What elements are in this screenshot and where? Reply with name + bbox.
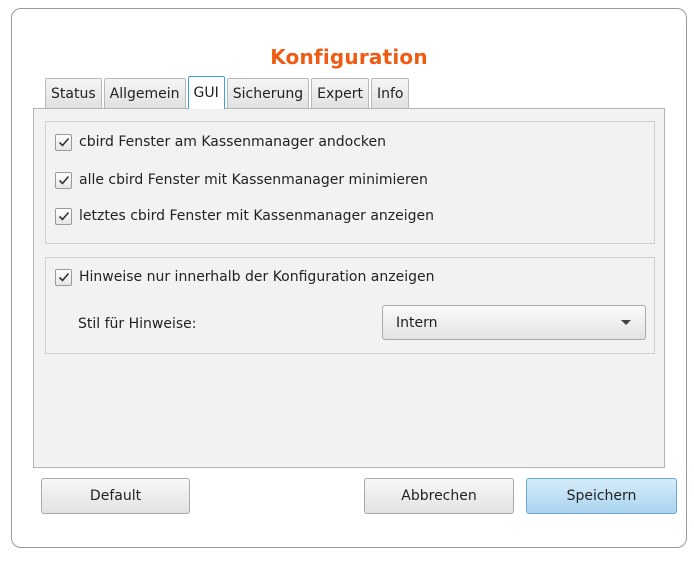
hint-style-value: Intern (396, 314, 438, 331)
checkmark-icon (58, 211, 69, 221)
window-options-group: cbird Fenster am Kassenmanager andocken … (45, 121, 655, 244)
dialog-title: Konfiguration (270, 45, 428, 69)
hints-group: Hinweise nur innerhalb der Konfiguration… (45, 257, 655, 354)
dock-window-label: cbird Fenster am Kassenmanager andocken (79, 134, 387, 150)
tab-status[interactable]: Status (45, 78, 102, 108)
save-button[interactable]: Speichern (526, 478, 677, 514)
checkmark-icon (58, 272, 69, 282)
cancel-button[interactable]: Abbrechen (364, 478, 514, 514)
hints-only-config-checkbox[interactable] (55, 268, 72, 286)
chevron-down-icon (621, 320, 631, 325)
hint-style-select[interactable]: Intern (382, 305, 646, 340)
tab-allgemein[interactable]: Allgemein (103, 78, 186, 108)
option-dock-row: cbird Fenster am Kassenmanager andocken (55, 131, 386, 153)
dock-window-checkbox[interactable] (55, 133, 72, 151)
checkmark-icon (58, 137, 69, 147)
minimize-all-checkbox[interactable] (55, 171, 72, 189)
checkmark-icon (58, 175, 69, 185)
tab-bar: Status Allgemein GUI Sicherung Expert In… (45, 76, 411, 109)
gui-tab-panel: cbird Fenster am Kassenmanager andocken … (33, 108, 665, 468)
default-button[interactable]: Default (41, 478, 190, 514)
tab-info[interactable]: Info (370, 78, 410, 108)
show-last-window-checkbox[interactable] (55, 207, 72, 225)
show-last-window-label: letztes cbird Fenster mit Kassenmanager … (79, 208, 434, 224)
hints-only-config-row: Hinweise nur innerhalb der Konfiguration… (55, 266, 434, 288)
minimize-all-label: alle cbird Fenster mit Kassenmanager min… (79, 172, 428, 188)
option-minimize-row: alle cbird Fenster mit Kassenmanager min… (55, 169, 428, 191)
option-show-last-row: letztes cbird Fenster mit Kassenmanager … (55, 205, 434, 227)
tab-sicherung[interactable]: Sicherung (226, 78, 310, 108)
hints-only-config-label: Hinweise nur innerhalb der Konfiguration… (79, 269, 435, 285)
hint-style-label: Stil für Hinweise: (78, 316, 197, 332)
tab-expert[interactable]: Expert (311, 78, 369, 108)
tab-gui[interactable]: GUI (187, 76, 225, 109)
